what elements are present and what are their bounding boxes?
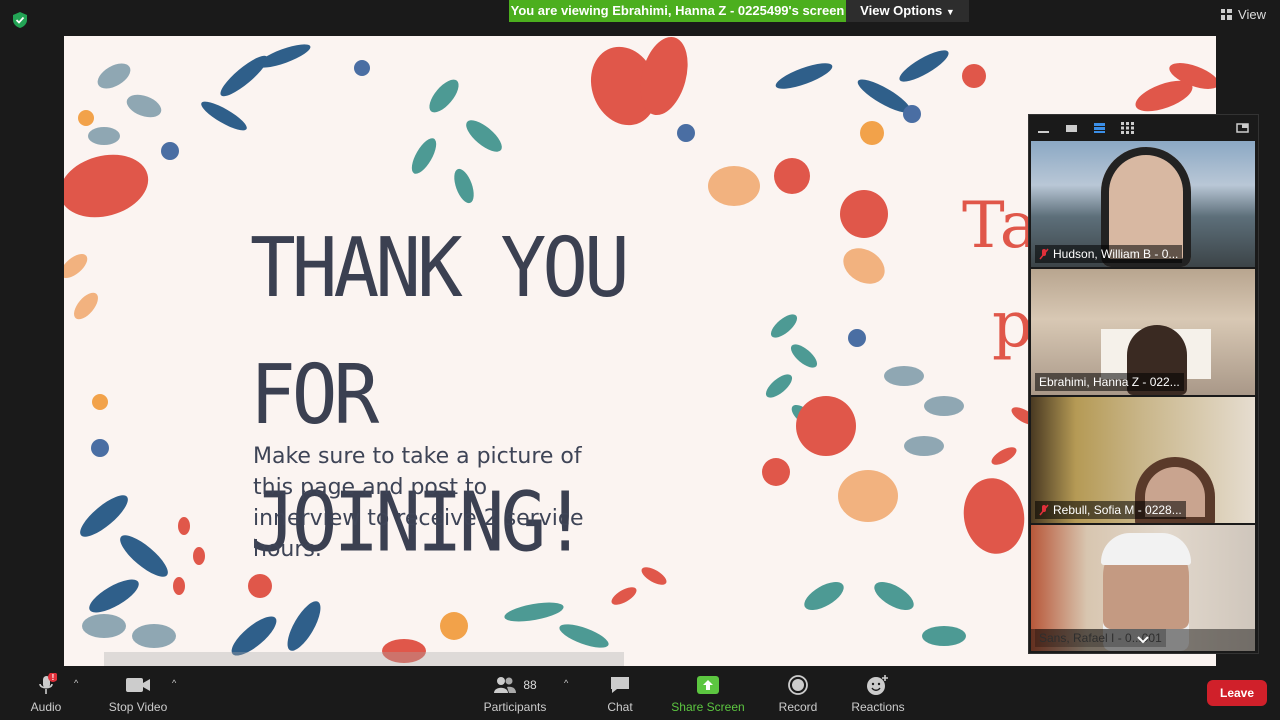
- grid-icon: [1221, 9, 1233, 20]
- audio-options-caret[interactable]: ^: [74, 678, 78, 688]
- video-camera-icon: [126, 678, 150, 692]
- stop-video-label: Stop Video: [108, 700, 168, 714]
- participants-options-caret[interactable]: ^: [564, 678, 568, 688]
- view-options-button[interactable]: View Options ▼: [846, 0, 969, 22]
- record-icon: [788, 675, 808, 695]
- audio-label: Audio: [30, 700, 62, 714]
- video-options-caret[interactable]: ^: [172, 678, 176, 688]
- reactions-label: Reactions: [851, 700, 905, 714]
- hide-video-icon[interactable]: [1065, 122, 1078, 134]
- chat-button[interactable]: Chat: [601, 672, 639, 714]
- participants-count: 88: [523, 678, 537, 692]
- chevron-down-icon: [1137, 636, 1149, 644]
- screen-share-banner: You are viewing Ebrahimi, Hanna Z - 0225…: [509, 0, 846, 22]
- participant-name: Rebull, Sofia M - 0228...: [1053, 503, 1182, 517]
- speaker-view-icon[interactable]: [1093, 122, 1106, 134]
- view-button[interactable]: View: [1221, 7, 1266, 22]
- gallery-toolbar: [1029, 115, 1258, 141]
- participants-icon: [494, 677, 517, 693]
- record-button[interactable]: Record: [776, 672, 820, 714]
- gallery-grid-icon[interactable]: [1121, 122, 1134, 134]
- exit-fullscreen-icon[interactable]: [1236, 122, 1249, 134]
- share-screen-icon: [697, 676, 719, 694]
- meeting-toolbar: ! Audio ^ Stop Video ^ 88 Participants ^: [0, 666, 1280, 720]
- participants-button[interactable]: 88 Participants: [478, 672, 552, 714]
- participant-video-tile-4[interactable]: Sans, Rafael I - 0...001: [1031, 525, 1255, 651]
- participant-name-label: Hudson, William B - 0...: [1035, 245, 1183, 263]
- participant-video-tile-3[interactable]: Rebull, Sofia M - 0228...: [1031, 397, 1255, 523]
- chat-label: Chat: [607, 700, 633, 714]
- view-button-label: View: [1238, 7, 1266, 22]
- video-gallery-panel: Hudson, William B - 0... Ebrahimi, Hanna…: [1028, 114, 1259, 654]
- slide-body-text: Make sure to take a picture of this page…: [253, 444, 584, 562]
- view-options-label: View Options: [860, 3, 943, 18]
- slide-title-line1: THANK YOU FOR: [250, 219, 630, 443]
- security-shield-icon[interactable]: [11, 11, 29, 29]
- share-screen-label: Share Screen: [671, 700, 745, 714]
- smiley-plus-icon: [867, 675, 888, 695]
- share-screen-button[interactable]: Share Screen: [670, 672, 746, 714]
- participant-cap: [1101, 533, 1191, 565]
- chevron-down-icon: ▼: [945, 7, 955, 17]
- participant-video-tile-1[interactable]: Hudson, William B - 0...: [1031, 141, 1255, 267]
- participant-name-label: Ebrahimi, Hanna Z - 022...: [1035, 373, 1184, 391]
- reactions-button[interactable]: Reactions: [848, 672, 908, 714]
- minimize-icon[interactable]: [1037, 122, 1050, 134]
- participant-name: Hudson, William B - 0...: [1053, 247, 1179, 261]
- participant-name: Ebrahimi, Hanna Z - 022...: [1039, 375, 1180, 389]
- microphone-icon: !: [39, 673, 57, 694]
- record-label: Record: [778, 700, 818, 714]
- participant-name-label: Rebull, Sofia M - 0228...: [1035, 501, 1186, 519]
- participants-label: Participants: [483, 700, 547, 714]
- leave-meeting-button[interactable]: Leave: [1207, 680, 1267, 706]
- svg-text:!: !: [52, 673, 55, 682]
- mic-muted-icon: [1039, 248, 1049, 260]
- mic-muted-icon: [1039, 504, 1049, 516]
- top-bar: You are viewing Ebrahimi, Hanna Z - 0225…: [0, 0, 1280, 36]
- gallery-expand-button[interactable]: [1031, 629, 1255, 651]
- stop-video-button[interactable]: Stop Video: [104, 672, 172, 714]
- chat-bubble-icon: [611, 677, 629, 693]
- audio-button[interactable]: ! Audio: [24, 672, 68, 714]
- participant-video-tile-2[interactable]: Ebrahimi, Hanna Z - 022...: [1031, 269, 1255, 395]
